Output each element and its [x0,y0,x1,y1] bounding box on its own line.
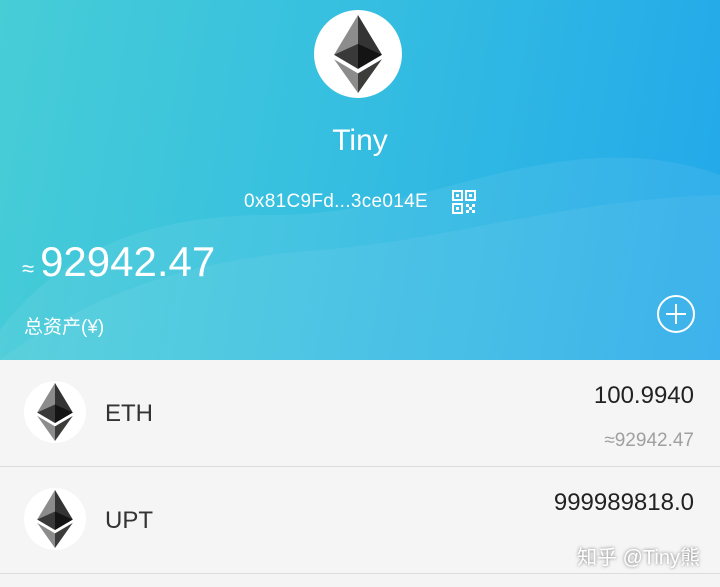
qr-code-icon[interactable] [451,190,476,214]
ethereum-logo-icon [334,15,382,93]
add-token-button[interactable] [656,294,696,334]
ethereum-logo-icon [24,381,86,443]
wallet-address[interactable]: 0x81C9Fd...3ce014E [244,191,428,213]
address-row: 0x81C9Fd...3ce014E [0,190,720,214]
token-balance: 999989818.0 [553,489,694,516]
token-fiat-value: ≈92942.47 [604,430,694,451]
token-row-eth[interactable]: ETH 100.9940 ≈92942.47 [0,360,720,467]
watermark-text: 知乎 @Tiny熊 [577,547,700,569]
ethereum-logo-icon [24,488,86,550]
wallet-avatar[interactable] [314,10,402,98]
token-symbol: UPT [105,507,153,534]
total-assets-label: 总资产(¥) [24,317,105,338]
wallet-name: Tiny [332,124,388,157]
total-assets-row: ≈ 92942.47 [22,238,215,286]
token-symbol: ETH [105,400,153,427]
wallet-screen: Tiny 0x81C9Fd...3ce014E ≈ 92942.47 总资产(¥… [0,0,720,587]
total-assets-value: 92942.47 [40,238,216,285]
token-balance: 100.9940 [593,382,694,409]
wallet-header: Tiny 0x81C9Fd...3ce014E ≈ 92942.47 总资产(¥… [0,0,720,360]
approx-symbol: ≈ [22,256,35,281]
